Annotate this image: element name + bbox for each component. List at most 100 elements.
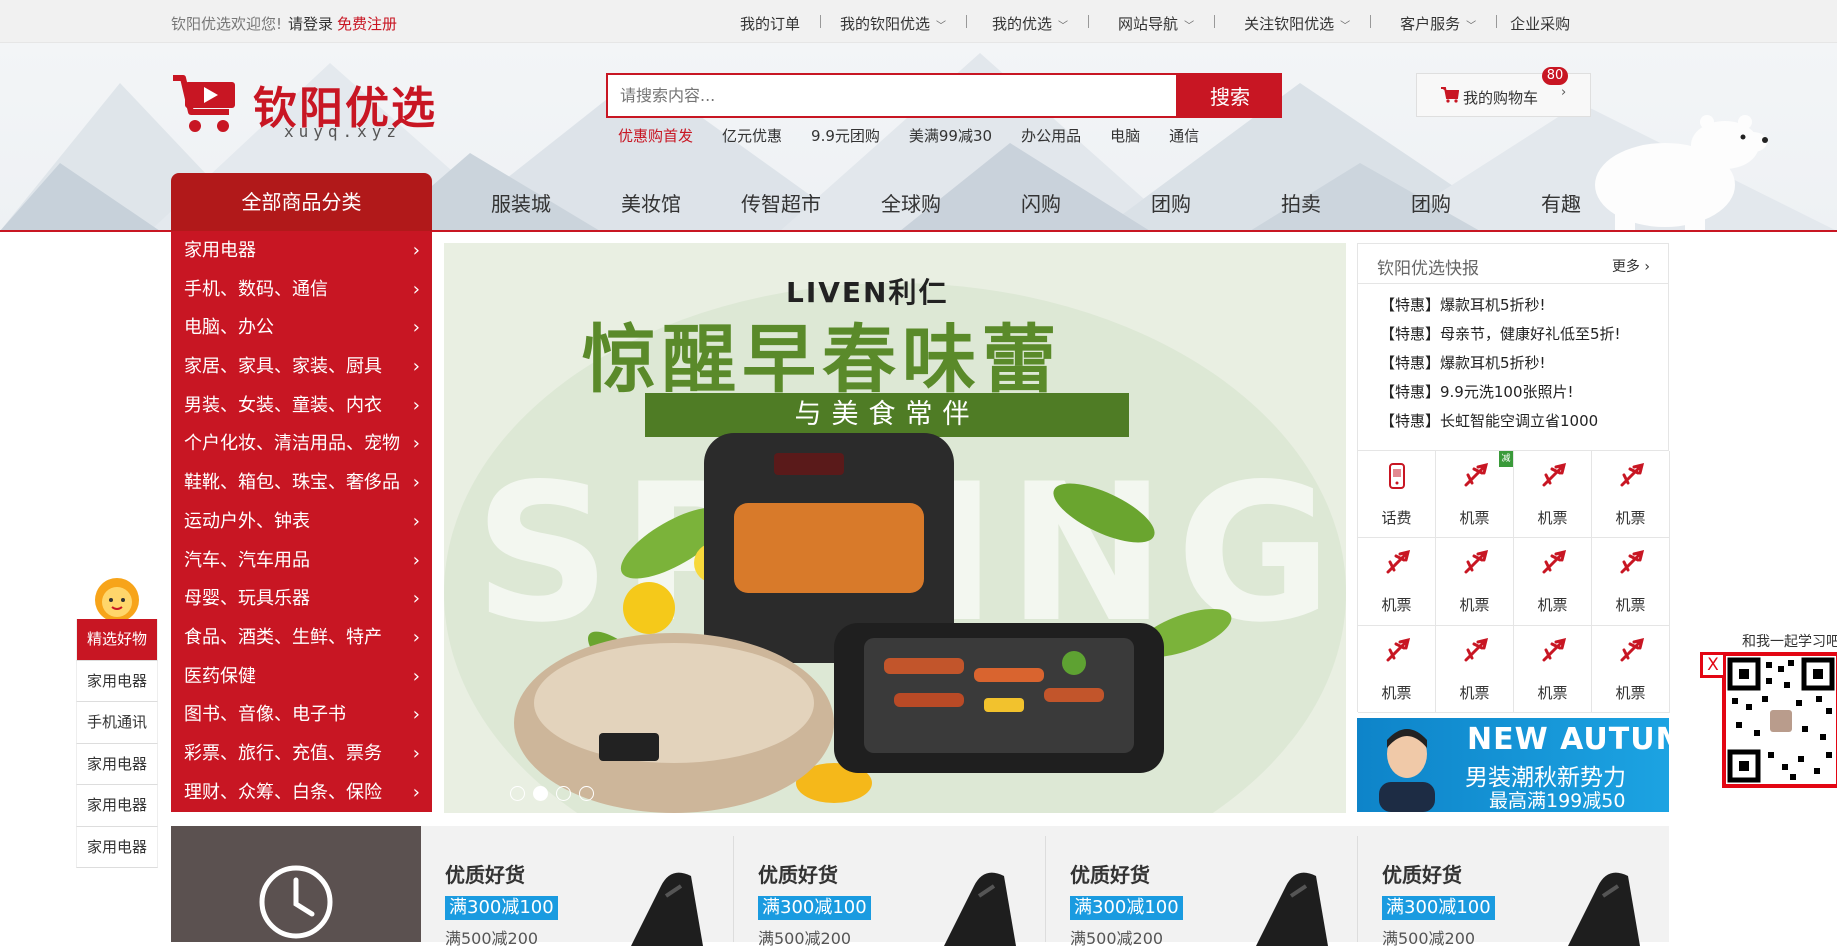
hot-keyword[interactable]: 亿元优惠 bbox=[722, 125, 782, 146]
side-nav-item[interactable]: 家用电器 bbox=[76, 660, 158, 702]
service-flight[interactable]: 机票 bbox=[1436, 625, 1514, 713]
all-categories-tab[interactable]: 全部商品分类 bbox=[171, 173, 432, 231]
top-link-site-nav[interactable]: 网站导航 ﹀ bbox=[1088, 13, 1214, 34]
top-bar: 钦阳优选欢迎您! 请登录 免费注册 我的订单 我的钦阳优选 ﹀ 我的优选 ﹀ 网站导航 ﹀… bbox=[0, 0, 1837, 43]
service-label: 机票 bbox=[1537, 509, 1568, 527]
service-flight[interactable]: 机票 bbox=[1514, 538, 1592, 626]
carousel-dot-active[interactable] bbox=[533, 786, 548, 801]
search-button[interactable]: 搜索 bbox=[1178, 73, 1282, 118]
site-logo[interactable]: 钦阳优选 xuyq.xyz bbox=[171, 70, 446, 145]
nav-item[interactable]: 团购 bbox=[1106, 188, 1236, 217]
hot-keyword[interactable]: 美满99减30 bbox=[909, 125, 992, 146]
product-card[interactable]: 优质好货 满300减100 满500减200 bbox=[734, 836, 1045, 948]
service-flight[interactable]: 机票 bbox=[1514, 625, 1592, 713]
search-input[interactable] bbox=[606, 73, 1178, 118]
side-nav-item[interactable]: 家用电器 bbox=[76, 785, 158, 827]
hot-keyword[interactable]: 电脑 bbox=[1110, 125, 1140, 146]
carousel-dot[interactable] bbox=[556, 786, 571, 801]
news-item[interactable]: 【特惠】长虹智能空调立省1000 bbox=[1380, 407, 1668, 436]
cart-button[interactable]: 我的购物车 › 80 bbox=[1416, 67, 1591, 117]
category-item[interactable]: 汽车、汽车用品 › bbox=[171, 542, 432, 581]
hero-banner[interactable]: SPRING LIVEN利仁 惊醒早春味蕾 与美食常伴 bbox=[444, 243, 1346, 813]
category-item[interactable]: 母婴、玩具乐器 › bbox=[171, 580, 432, 619]
cart-icon bbox=[1441, 87, 1459, 103]
chevron-right-icon: › bbox=[412, 472, 420, 494]
side-nav-item[interactable]: 手机通讯 bbox=[76, 702, 158, 744]
news-item[interactable]: 【特惠】9.9元洗100张照片! bbox=[1380, 378, 1668, 407]
nav-item[interactable]: 全球购 bbox=[846, 188, 976, 217]
category-item[interactable]: 鞋靴、箱包、珠宝、奢侈品 › bbox=[171, 464, 432, 503]
category-item[interactable]: 彩票、旅行、充值、票务 › bbox=[171, 735, 432, 774]
nav-item[interactable]: 闪购 bbox=[976, 188, 1106, 217]
product-card[interactable]: 优质好货 满300减100 满500减200 bbox=[1358, 836, 1669, 948]
register-link[interactable]: 免费注册 bbox=[337, 15, 397, 33]
news-item[interactable]: 【特惠】爆款耳机5折秒! bbox=[1380, 349, 1668, 378]
nav-item[interactable]: 美妆馆 bbox=[586, 188, 716, 217]
top-link-orders[interactable]: 我的订单 bbox=[720, 13, 820, 34]
hot-keyword[interactable]: 9.9元团购 bbox=[811, 125, 880, 146]
service-flight[interactable]: 机票 bbox=[1592, 625, 1670, 713]
cart-label: 我的购物车 bbox=[1463, 89, 1539, 107]
service-flight[interactable]: 机票 bbox=[1436, 538, 1514, 626]
nav-item[interactable]: 拍卖 bbox=[1236, 188, 1366, 217]
side-nav-item[interactable]: 精选好物 bbox=[76, 619, 158, 661]
carousel-dot[interactable] bbox=[510, 786, 525, 801]
category-item[interactable]: 医药保健 › bbox=[171, 658, 432, 697]
news-item[interactable]: 【特惠】爆款耳机5折秒! bbox=[1380, 291, 1668, 320]
login-link[interactable]: 请登录 bbox=[288, 15, 333, 33]
category-item[interactable]: 个户化妆、清洁用品、宠物 › bbox=[171, 425, 432, 464]
flash-sale-block[interactable] bbox=[171, 826, 421, 942]
qr-code-image bbox=[1727, 657, 1835, 783]
side-nav-item[interactable]: 家用电器 bbox=[76, 826, 158, 868]
category-item[interactable]: 男装、女装、童装、内衣 › bbox=[171, 387, 432, 426]
chevron-right-icon: › bbox=[412, 549, 420, 571]
top-link-enterprise[interactable]: 企业采购 bbox=[1496, 13, 1590, 34]
nav-item[interactable]: 团购 bbox=[1366, 188, 1496, 217]
service-flight[interactable]: 机票 bbox=[1592, 538, 1670, 626]
product-title: 优质好货 bbox=[1070, 863, 1150, 887]
service-flight[interactable]: 机票 bbox=[1514, 451, 1592, 539]
phone-icon bbox=[1389, 463, 1405, 489]
chevron-right-icon: › bbox=[412, 510, 420, 532]
news-item[interactable]: 【特惠】母亲节，健康好礼低至5折! bbox=[1380, 320, 1668, 349]
side-nav-item[interactable]: 家用电器 bbox=[76, 743, 158, 785]
chevron-right-icon: › bbox=[412, 588, 420, 610]
nav-item[interactable]: 有趣 bbox=[1496, 188, 1626, 217]
hot-keyword[interactable]: 通信 bbox=[1169, 125, 1199, 146]
top-link-my-picks[interactable]: 我的优选 ﹀ bbox=[966, 13, 1088, 34]
category-item[interactable]: 电脑、办公 › bbox=[171, 309, 432, 348]
chevron-right-icon: › bbox=[412, 704, 420, 726]
hot-keyword[interactable]: 办公用品 bbox=[1021, 125, 1081, 146]
product-card[interactable]: 优质好货 满300减100 满500减200 bbox=[421, 836, 732, 948]
category-item[interactable]: 图书、音像、电子书 › bbox=[171, 696, 432, 735]
service-flight[interactable]: 机票 bbox=[1358, 538, 1436, 626]
category-item[interactable]: 家居、家具、家装、厨具 › bbox=[171, 348, 432, 387]
service-flight[interactable]: 机票 bbox=[1592, 451, 1670, 539]
category-item[interactable]: 家用电器 › bbox=[171, 232, 432, 271]
product-card[interactable]: 优质好货 满300减100 满500减200 bbox=[1046, 836, 1357, 948]
news-more-link[interactable]: 更多 › bbox=[1612, 256, 1650, 276]
close-button[interactable]: X bbox=[1700, 652, 1726, 678]
nav-item[interactable]: 服装城 bbox=[456, 188, 586, 217]
service-recharge[interactable]: 话费 bbox=[1358, 451, 1436, 539]
hot-keyword[interactable]: 优惠购首发 bbox=[618, 125, 693, 146]
top-link-service[interactable]: 客户服务 ﹀ bbox=[1370, 13, 1496, 34]
chevron-right-icon: › bbox=[412, 240, 420, 261]
carousel-dot[interactable] bbox=[579, 786, 594, 801]
category-item[interactable]: 理财、众筹、白条、保险 › bbox=[171, 774, 432, 813]
top-link-my-account[interactable]: 我的钦阳优选 ﹀ bbox=[820, 13, 966, 34]
service-flight[interactable]: 机票 bbox=[1358, 625, 1436, 713]
service-flight[interactable]: 机票 减 bbox=[1436, 451, 1514, 539]
search-bar: 搜索 bbox=[606, 73, 1282, 118]
model-portrait bbox=[1379, 729, 1435, 812]
chevron-down-icon: ﹀ bbox=[1340, 21, 1351, 32]
top-link-follow[interactable]: 关注钦阳优选 ﹀ bbox=[1214, 13, 1370, 34]
category-item[interactable]: 食品、酒类、生鲜、特产 › bbox=[171, 619, 432, 658]
autumn-ad-banner[interactable]: NEW AUTUMN 男装潮秋新势力 最高满199减50 bbox=[1357, 718, 1669, 812]
airplane-icon bbox=[1464, 462, 1489, 487]
nav-item[interactable]: 传智超市 bbox=[716, 188, 846, 217]
category-item[interactable]: 运动户外、钟表 › bbox=[171, 503, 432, 542]
category-item[interactable]: 手机、数码、通信 › bbox=[171, 271, 432, 310]
news-list: 【特惠】爆款耳机5折秒! 【特惠】母亲节，健康好礼低至5折! 【特惠】爆款耳机5… bbox=[1358, 284, 1668, 436]
clock-icon bbox=[259, 865, 333, 939]
